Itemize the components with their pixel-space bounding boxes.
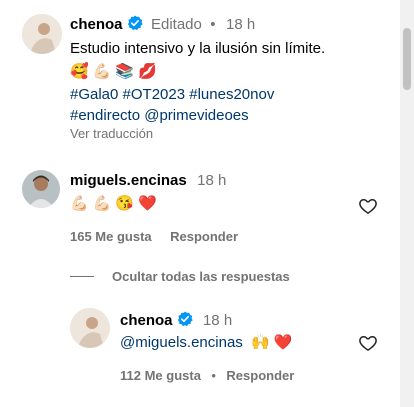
heart-outline-icon <box>359 335 377 351</box>
emoji: 🙌 <box>250 334 270 351</box>
scrollbar-thumb[interactable] <box>403 28 411 90</box>
heart-outline-icon <box>359 198 377 214</box>
separator-dot: • <box>211 368 216 383</box>
verified-badge-icon <box>177 311 193 327</box>
timestamp[interactable]: 18 h <box>226 16 255 33</box>
likes-count[interactable]: 165 Me gusta <box>70 229 152 244</box>
reply-button[interactable]: Responder <box>170 229 238 244</box>
emoji: ❤️ <box>273 334 293 351</box>
reply-comment-header: miguels.encinas 18 h <box>70 172 226 190</box>
caption-emojis: 🥰 💪🏻 📚 💋 <box>70 61 390 82</box>
nested-reply-actions: 112 Me gusta • Responder <box>120 367 294 385</box>
emoji: 💋 <box>138 63 157 80</box>
likes-count[interactable]: 112 Me gusta <box>120 368 201 383</box>
post-caption: Estudio intensivo y la ilusión sin límit… <box>70 38 390 126</box>
nested-reply-header: chenoa 18 h <box>120 311 232 330</box>
avatar-chenoa[interactable] <box>70 308 110 348</box>
reply-comment-actions: 165 Me gusta Responder <box>70 228 238 246</box>
separator-dot: • <box>210 16 216 33</box>
avatar-chenoa[interactable] <box>22 14 62 54</box>
like-button[interactable] <box>358 333 378 358</box>
avatar-chenoa-image <box>70 308 110 348</box>
like-button[interactable] <box>358 196 378 221</box>
username[interactable]: miguels.encinas <box>70 172 187 189</box>
username[interactable]: chenoa <box>120 312 173 329</box>
divider <box>70 276 94 277</box>
emoji: 💪🏻 <box>70 195 89 212</box>
avatar-miguels-encinas[interactable] <box>22 170 60 208</box>
hashtags-line-1[interactable]: #Gala0 #OT2023 #lunes20nov <box>70 84 390 105</box>
emoji: 📚 <box>115 63 135 80</box>
avatar-miguels-image <box>22 170 60 208</box>
see-translation-link[interactable]: Ver traducción <box>70 126 153 141</box>
avatar-chenoa-image <box>22 14 62 54</box>
username[interactable]: chenoa <box>70 16 123 33</box>
reply-comment-emojis: 💪🏻 💪🏻 😘 ❤️ <box>70 193 161 214</box>
timestamp[interactable]: 18 h <box>197 172 226 189</box>
mention-link[interactable]: @miguels.encinas <box>120 334 243 351</box>
emoji: 🥰 <box>70 63 89 80</box>
timestamp[interactable]: 18 h <box>203 312 232 329</box>
caption-text: Estudio intensivo y la ilusión sin límit… <box>70 40 326 57</box>
verified-badge-icon <box>127 15 143 31</box>
emoji: ❤️ <box>138 195 157 212</box>
emoji: 💪🏻 <box>92 195 112 212</box>
reply-button[interactable]: Responder <box>226 368 294 383</box>
emoji: 💪🏻 <box>92 63 112 80</box>
hashtags-line-2[interactable]: #endirecto @primevideoes <box>70 105 390 126</box>
edited-label: Editado <box>150 16 202 33</box>
post-comment-header: chenoa Editado • 18 h <box>70 15 255 34</box>
nested-reply-text: @miguels.encinas 🙌 ❤️ <box>120 332 296 353</box>
emoji: 😘 <box>115 195 135 212</box>
hide-all-replies-button[interactable]: Ocultar todas las respuestas <box>112 269 290 284</box>
